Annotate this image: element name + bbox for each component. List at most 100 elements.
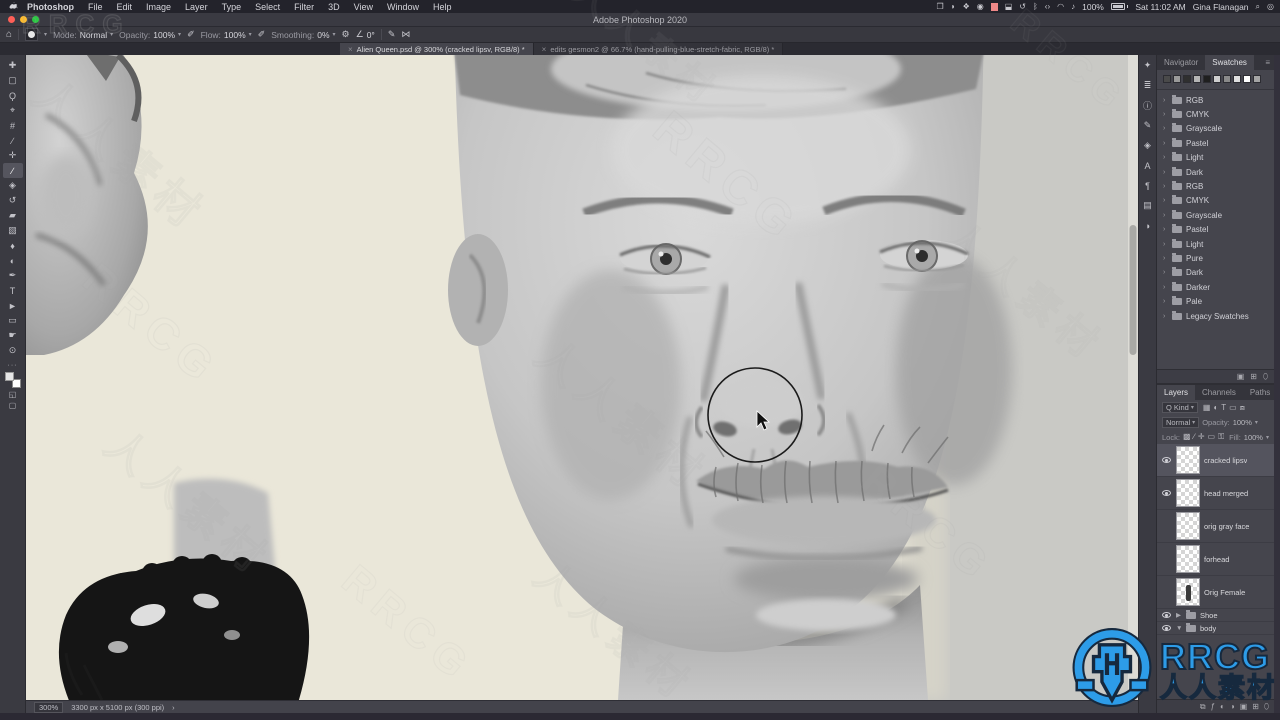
properties-panel-icon[interactable]: ✎ [1140,119,1155,132]
link-layers-icon[interactable]: ⧉ [1200,702,1206,712]
lock-pixels-icon[interactable]: ∕ [1194,432,1195,442]
filter-adjustment-icon[interactable]: ◐ [1213,403,1218,413]
info-panel-icon[interactable]: ⓘ [1140,99,1155,112]
tab-navigator[interactable]: Navigator [1157,55,1205,70]
tab-channels[interactable]: Channels [1195,385,1243,400]
tab-layers[interactable]: Layers [1157,385,1196,400]
twirl-right-icon[interactable]: ▶ [1176,611,1182,619]
layer-name[interactable]: body [1200,624,1216,633]
moon-icon[interactable]: ◗ [951,2,956,11]
wifi-icon[interactable]: ◠ [1057,2,1064,11]
menu-filter[interactable]: Filter [287,2,321,12]
document-tab[interactable]: × Alien Queen.psd @ 300% (cracked lipsv, … [340,43,534,55]
layer-thumbnail[interactable] [1176,446,1200,474]
tab-swatches[interactable]: Swatches [1205,55,1254,70]
path-selection-tool[interactable]: ► [3,298,23,313]
tab-paths[interactable]: Paths [1243,385,1277,400]
twirl-icon[interactable]: › [1163,226,1168,233]
airbrush-pressure-icon[interactable]: ✐ [187,29,195,40]
eraser-tool[interactable]: ▰ [3,208,23,223]
pressure-size-icon[interactable]: ✎ [388,29,396,40]
clone-stamp-tool[interactable]: ◈ [3,178,23,193]
layer-thumbnail[interactable] [1176,545,1200,573]
menu-3d[interactable]: 3D [321,2,347,12]
opacity-value[interactable]: 100% [153,30,175,40]
mode-value[interactable]: Normal [80,30,107,40]
layer-row[interactable]: ▼ body [1157,622,1274,635]
pen-tool[interactable]: ✒ [3,268,23,283]
menu-window[interactable]: Window [380,2,426,12]
lock-artboard-icon[interactable]: ▭ [1208,432,1216,442]
layer-row[interactable]: head merged [1157,477,1274,510]
layer-filter-kind[interactable]: Q Kind ▾ [1162,402,1198,413]
apple-menu-icon[interactable] [6,1,20,12]
lock-transparency-icon[interactable]: ▩ [1183,432,1191,442]
airplay-display-icon[interactable]: ⬓ [1005,2,1013,11]
brush-angle-control[interactable]: ∠ 0° [356,29,375,40]
filter-smart-icon[interactable]: ⧈ [1240,403,1245,413]
eye-icon[interactable] [1161,612,1171,618]
panel-menu-icon[interactable]: ≡ [1261,58,1274,67]
symmetry-icon[interactable]: ⋈ [401,29,410,40]
color-swatch[interactable] [1213,75,1221,83]
layer-name[interactable]: forhead [1204,555,1229,564]
twirl-icon[interactable]: › [1163,125,1168,132]
blend-mode-control[interactable]: Mode: Normal ▾ [53,30,113,40]
smoothing-gear-icon[interactable]: ⚙ [342,29,350,40]
swatch-folder-rgb[interactable]: › RGB [1157,93,1274,107]
twirl-icon[interactable]: › [1163,154,1168,161]
layer-thumbnail[interactable] [1176,512,1200,540]
foreground-color-swatch[interactable] [4,372,14,381]
document-tab[interactable]: × edits gesmon2 @ 66.7% (hand-pulling-blu… [533,43,784,55]
close-tab-icon[interactable]: × [348,45,353,54]
twirl-icon[interactable]: › [1163,197,1168,204]
flow-value[interactable]: 100% [224,30,246,40]
twirl-icon[interactable]: › [1163,183,1168,190]
twirl-icon[interactable]: › [1163,241,1168,248]
filter-type-icon[interactable]: T [1221,403,1226,413]
menu-image[interactable]: Image [139,2,178,12]
layer-name[interactable]: head merged [1204,489,1248,498]
document-canvas[interactable] [26,55,1138,700]
opacity-control[interactable]: Opacity: 100% ▾ [119,30,181,40]
twirl-icon[interactable]: › [1163,97,1168,104]
layer-row[interactable]: forhead [1157,543,1274,576]
eye-icon[interactable] [1161,457,1171,463]
color-swatch-icon[interactable] [990,2,998,11]
layer-row[interactable]: cracked lipsv [1157,444,1274,477]
layer-thumbnail[interactable] [1176,578,1200,606]
layer-row[interactable]: Orig Female [1157,576,1274,609]
twirl-icon[interactable]: › [1163,140,1168,147]
twirl-down-icon[interactable]: ▼ [1176,625,1182,632]
swatch-folder-cmyk[interactable]: › CMYK [1157,107,1274,121]
adjustments-panel-icon[interactable]: ◑ [1140,219,1155,232]
menu-photoshop[interactable]: Photoshop [20,2,81,12]
crop-tool[interactable]: # [3,118,23,133]
color-swatch[interactable] [1193,75,1201,83]
layer-name[interactable]: orig gray face [1204,522,1249,531]
dropbox-icon[interactable]: ❖ [963,2,970,11]
quick-mask-icon[interactable]: ◱ [9,390,17,399]
layer-row[interactable]: ▶ Shoe [1157,609,1274,622]
eye-icon[interactable]: ◉ [977,2,984,11]
screen-mode-icon[interactable]: ▢ [9,401,17,410]
hand-tool[interactable]: ☛ [3,328,23,343]
swatch-folder-grayscale[interactable]: › Grayscale [1157,122,1274,136]
time-machine-icon[interactable]: ↺ [1019,2,1026,11]
layer-name[interactable]: cracked lipsv [1204,456,1247,465]
layer-thumbnail[interactable] [1176,479,1200,507]
menu-layer[interactable]: Layer [178,2,215,12]
adjustment-layer-icon[interactable]: ◑ [1230,702,1235,711]
marquee-tool[interactable]: ▢ [3,73,23,88]
twirl-icon[interactable]: › [1163,212,1168,219]
delete-swatch-icon[interactable]: ⬯ [1263,372,1268,382]
close-tab-icon[interactable]: × [542,45,547,54]
fill-value[interactable]: 100% [1244,433,1263,442]
brush-tool[interactable]: ∕ [2,163,23,178]
twirl-icon[interactable]: › [1163,255,1168,262]
smoothing-control[interactable]: Smoothing: 0% ▾ [271,30,335,40]
edit-toolbar-icon[interactable]: ··· [8,362,18,369]
color-swatch[interactable] [1243,75,1251,83]
new-group-icon[interactable]: ▣ [1240,702,1248,711]
color-swatch[interactable] [1223,75,1231,83]
